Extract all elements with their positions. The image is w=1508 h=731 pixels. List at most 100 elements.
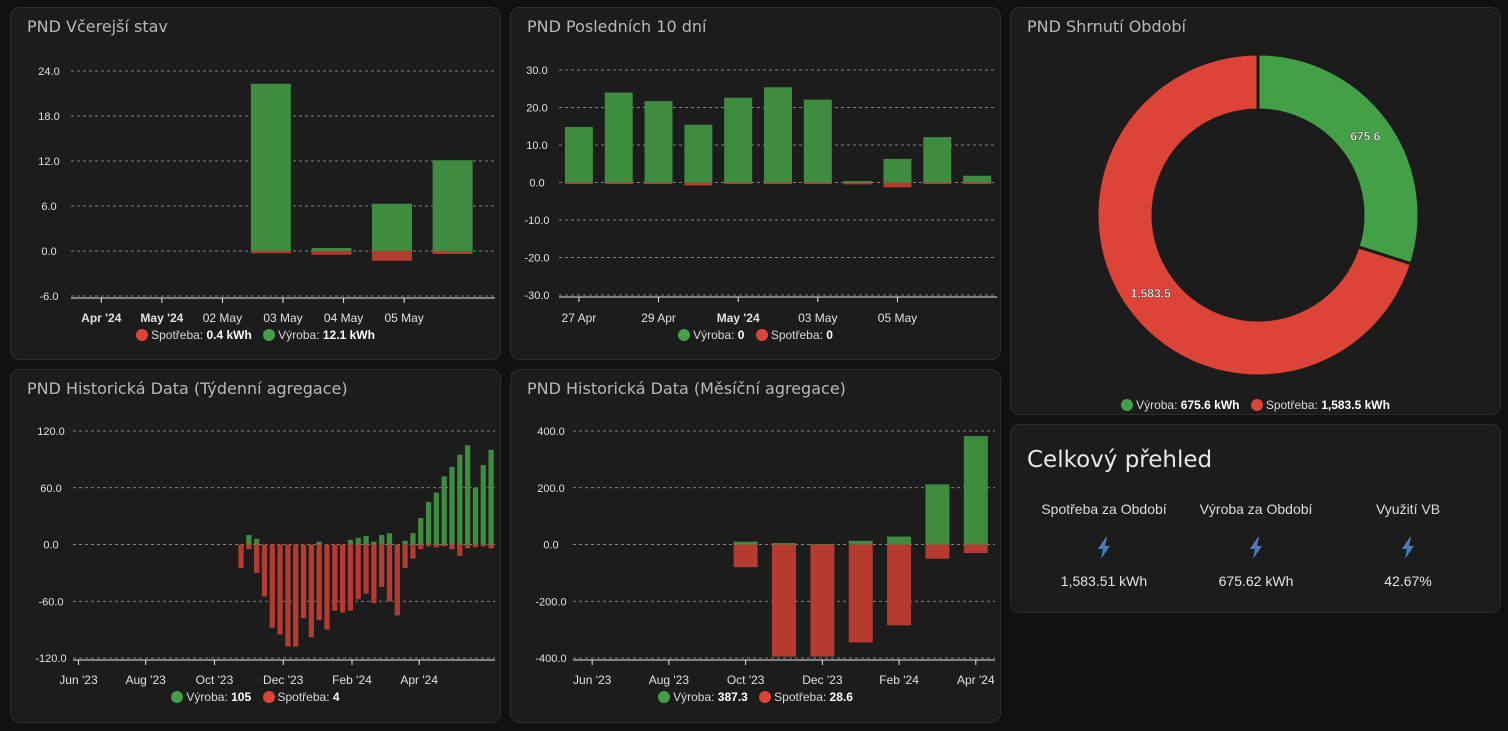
x-tick-label: May '24 [717,311,760,325]
bar-vyroba [887,536,912,545]
y-tick-label: 20.0 [526,103,547,115]
bar-spotreba [925,544,950,559]
card-yesterday: PND Včerejší stav 24.0 18.0 12.0 6.0 0.0 -6.0… [10,7,501,360]
x-tick-label: Oct '23 [727,673,765,687]
stat-label: Využití VB [1375,501,1441,517]
chart-legend[interactable]: Výroba: 0 Spotřeba: 0 [511,328,1000,342]
bar-spotreba [261,544,268,597]
bar-vyroba [347,539,354,545]
y-tick-label: 60.0 [40,483,61,495]
bar-spotreba [963,182,992,184]
bar-vyroba [923,137,952,183]
legend-value: 0 [826,328,833,342]
donut-data-label: 675.6 [1350,130,1380,144]
x-tick-label: Apr '24 [400,673,438,687]
x-tick-label: 04 May [324,311,363,325]
bar-spotreba [372,251,413,261]
bar-spotreba [340,544,346,613]
bar-vyroba [465,445,471,545]
legend-value: 675.6 kWh [1180,398,1240,412]
bar-spotreba [379,544,385,588]
bar-spotreba [410,544,416,559]
legend-item-spotreba[interactable]: Spotřeba: 4 [262,690,340,704]
legend-value: 1,583.5 kWh [1321,398,1390,412]
bar-spotreba [724,182,753,184]
legend-item-spotreba[interactable]: Spotřeba: 0 [755,328,833,342]
legend-name: Spotřeba [1265,398,1315,412]
legend-item-vyroba[interactable]: Výroba: 387.3 [658,690,748,704]
bar-spotreba [324,544,330,630]
legend-item-vyroba[interactable]: Výroba: 105 [171,690,251,704]
lightning-bolt-icon [1181,537,1331,561]
bar-spotreba [883,182,912,188]
card-weekly: PND Historická Data (Týdenní agregace) 1… [10,369,501,723]
bar-spotreba [433,544,439,548]
bar-vyroba [316,541,322,545]
legend-item-spotreba[interactable]: Spotřeba: 1,583.5 kWh [1250,398,1390,412]
legend-name: Výroba [693,328,732,342]
bar-spotreba [772,544,796,657]
legend-item-vyroba[interactable]: Výroba: 675.6 kWh [1121,398,1239,412]
bar-vyroba [564,127,593,183]
bar-vyroba [246,535,252,545]
legend-item-vyroba[interactable]: Výroba: 12.1 kWh [263,328,375,342]
legend-name: Spotřeba [774,690,823,704]
y-tick-label: 0.0 [41,246,56,258]
stat-value: 675.62 kWh [1218,573,1294,589]
chart-legend[interactable]: Výroba: 387.3 Spotřeba: 28.6 [511,690,1000,704]
stat-vyroba[interactable]: Výroba za Období 675.62 kWh [1181,501,1331,589]
bar-spotreba [371,544,377,604]
bar-vyroba [772,543,796,545]
legend-item-vyroba[interactable]: Výroba: 0 [678,328,744,342]
bar-spotreba [887,544,912,626]
bar-vyroba [418,518,424,545]
bar-vyroba [433,492,439,545]
y-tick-label: 6.0 [41,201,56,213]
legend-dot [755,329,768,341]
legend-name: Výroba [186,690,225,704]
y-tick-label: 0.0 [543,540,558,552]
stat-vyuziti-vb[interactable]: Využití VB 42.67% [1333,501,1483,589]
x-tick-label: Jun '23 [59,673,98,687]
bar-spotreba [963,544,988,554]
chart-yesterday: 24.0 18.0 12.0 6.0 0.0 -6.0 Apr '24 May '24 02 M… [38,66,495,325]
bar-vyroba [472,487,479,545]
bar-vyroba [457,454,463,545]
bar-spotreba [246,544,252,550]
y-tick-label: -400.0 [535,653,566,665]
legend-name: Spotřeba [151,328,200,342]
bar-spotreba [848,544,873,643]
x-tick-label: Apr '24 [957,673,995,687]
stat-value: 1,583.51 kWh [1060,573,1148,589]
legend-name: Výroba [278,328,317,342]
legend-name: Spotřeba [770,328,820,342]
bar-spotreba [293,544,299,647]
legend-dot [136,329,149,341]
bar-spotreba [764,182,792,184]
y-tick-label: 18.0 [38,111,59,123]
bar-vyroba [372,203,413,251]
bar-spotreba [923,182,952,184]
stat-spotreba[interactable]: Spotřeba za Období 1,583.51 kWh [1029,501,1179,589]
y-tick-label: -60.0 [38,596,63,608]
y-tick-label: -6.0 [40,291,59,303]
x-tick-label: Oct '23 [196,673,234,687]
bar-vyroba [724,97,753,183]
bar-spotreba [285,544,291,647]
chart-legend[interactable]: Výroba: 105 Spotřeba: 4 [11,690,500,704]
x-tick-label: 05 May [878,311,917,325]
bar-vyroba [254,538,260,545]
legend-item-spotreba[interactable]: Spotřeba: 0.4 kWh [136,328,252,342]
bar-vyroba [441,476,447,545]
bar-vyroba [371,541,377,545]
legend-item-spotreba[interactable]: Spotřeba: 28.6 [759,690,853,704]
chart-legend[interactable]: Spotřeba: 0.4 kWh Výroba: 12.1 kWh [11,328,500,342]
chart-legend[interactable]: Výroba: 675.6 kWh Spotřeba: 1,583.5 kWh [1011,398,1500,412]
donut-slice-vyroba [1256,52,1421,266]
bar-spotreba [472,544,479,548]
bar-spotreba [269,544,275,628]
bar-spotreba [238,544,244,569]
bar-vyroba [764,87,792,183]
bar-vyroba [311,248,352,251]
bar-vyroba [379,535,385,545]
